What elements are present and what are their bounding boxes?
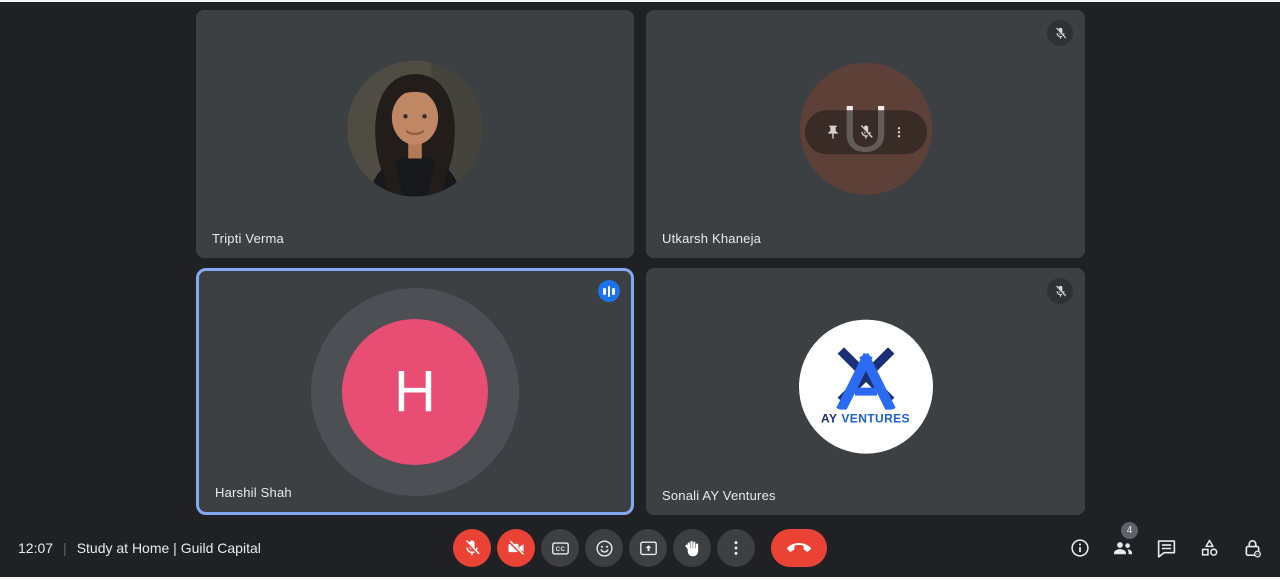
- mic-off-icon: [464, 539, 480, 556]
- meet-window: Tripti Verma Utkarsh Khaneja H Harshil S…: [0, 0, 1280, 580]
- chat-panel-button[interactable]: [1154, 536, 1178, 560]
- videocam-off-icon: [508, 540, 525, 556]
- host-controls-icon: [1245, 539, 1261, 558]
- meeting-title: Study at Home | Guild Capital: [76, 540, 261, 556]
- call-controls: CC: [453, 529, 827, 567]
- captions-icon: CC: [551, 541, 569, 555]
- info-icon: [1071, 539, 1089, 557]
- present-screen-icon: [639, 541, 657, 555]
- people-panel-button[interactable]: 4: [1111, 522, 1138, 560]
- mic-off-icon: [1054, 284, 1066, 297]
- end-call-icon: [787, 543, 811, 552]
- mic-off-icon: [859, 125, 873, 139]
- audio-equalizer-icon: [598, 280, 620, 302]
- avatar: AY VENTURES: [798, 319, 933, 454]
- video-grid: Tripti Verma Utkarsh Khaneja H Harshil S…: [196, 10, 1085, 515]
- participant-tile-harshil-shah[interactable]: H Harshil Shah: [196, 268, 634, 515]
- people-icon: [1114, 542, 1132, 555]
- emoji-reactions-icon: [595, 539, 613, 557]
- avatar: H: [342, 318, 488, 465]
- more-options-icon: [897, 127, 900, 138]
- participant-tile-sonali-ay-ventures[interactable]: AY VENTURES Sonali AY Ventures: [646, 268, 1085, 515]
- meeting-info: 12:07 | Study at Home | Guild Capital: [18, 540, 261, 556]
- ay-ventures-monogram-icon: [835, 347, 896, 410]
- mic-toggle-button[interactable]: [453, 529, 491, 567]
- panel-controls: 4: [1068, 522, 1264, 560]
- participant-count-badge: 4: [1121, 522, 1138, 539]
- activities-icon: [1201, 539, 1217, 556]
- end-call-button[interactable]: [771, 529, 827, 567]
- raise-hand-icon: [685, 540, 699, 557]
- pin-participant-button[interactable]: [824, 123, 842, 141]
- muted-indicator: [1047, 20, 1073, 46]
- more-options-button[interactable]: [717, 529, 755, 567]
- participant-muted-button[interactable]: [856, 122, 876, 142]
- participant-name: Harshil Shah: [215, 485, 292, 500]
- profile-photo: [347, 60, 483, 197]
- muted-indicator: [1047, 278, 1073, 304]
- participant-name: Tripti Verma: [212, 231, 284, 246]
- screen-edge-top: [0, 0, 1280, 2]
- pin-icon: [827, 125, 838, 139]
- present-screen-button[interactable]: [629, 529, 667, 567]
- company-logo: AY VENTURES: [798, 319, 933, 454]
- avatar: [347, 60, 483, 197]
- separator: |: [63, 540, 67, 556]
- participant-tile-tripti-verma[interactable]: Tripti Verma: [196, 10, 634, 258]
- participant-more-options-button[interactable]: [890, 123, 908, 141]
- avatar-initial: H: [394, 359, 436, 424]
- reactions-button[interactable]: [585, 529, 623, 567]
- captions-button[interactable]: CC: [541, 529, 579, 567]
- raise-hand-button[interactable]: [673, 529, 711, 567]
- participant-name: Utkarsh Khaneja: [662, 231, 762, 246]
- participant-tile-utkarsh-khaneja[interactable]: Utkarsh Khaneja: [646, 10, 1085, 258]
- company-logo-text: AY VENTURES: [821, 411, 910, 426]
- chat-icon: [1157, 539, 1175, 558]
- tile-hover-controls: [804, 110, 927, 155]
- clock: 12:07: [18, 540, 54, 556]
- mic-off-icon: [1054, 26, 1066, 39]
- more-options-icon: [734, 541, 738, 555]
- svg-text:CC: CC: [555, 545, 565, 552]
- meeting-details-button[interactable]: [1068, 536, 1092, 560]
- camera-toggle-button[interactable]: [497, 529, 535, 567]
- activities-panel-button[interactable]: [1197, 536, 1221, 560]
- participant-name: Sonali AY Ventures: [662, 488, 776, 503]
- bottom-bar: 12:07 | Study at Home | Guild Capital CC…: [0, 519, 1280, 577]
- host-controls-button[interactable]: [1240, 536, 1264, 560]
